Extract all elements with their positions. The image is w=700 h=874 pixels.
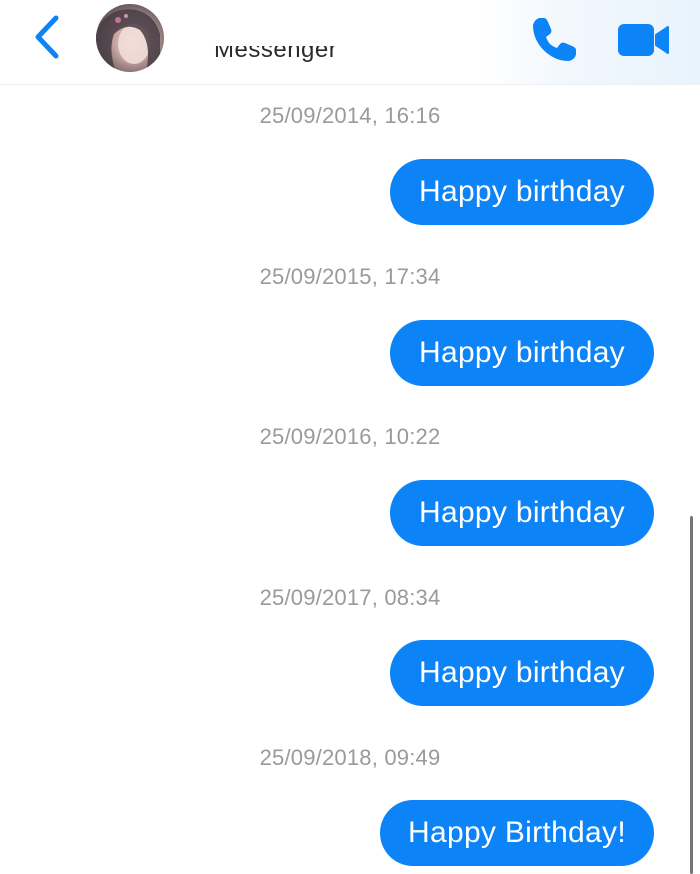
phone-icon <box>533 18 576 61</box>
message-bubble[interactable]: Happy birthday <box>390 640 654 706</box>
chat-header: Messenger <box>0 0 700 85</box>
header-subtitle: Messenger <box>214 46 338 63</box>
avatar-photo <box>96 9 160 72</box>
message-timestamp: 25/09/2016, 10:22 <box>259 424 441 449</box>
message-bubble[interactable]: Happy Birthday! <box>380 800 654 866</box>
message-timestamp: 25/09/2015, 17:34 <box>259 264 441 289</box>
back-button[interactable] <box>28 12 68 62</box>
video-camera-icon <box>618 24 669 56</box>
voice-call-button[interactable] <box>528 14 580 66</box>
contact-avatar[interactable] <box>96 4 164 72</box>
message-timestamp: 25/09/2018, 09:49 <box>259 745 441 770</box>
message-bubble[interactable]: Happy birthday <box>390 159 654 225</box>
message-bubble[interactable]: Happy birthday <box>390 320 654 386</box>
message-timestamp: 25/09/2017, 08:34 <box>259 585 441 610</box>
chevron-left-icon <box>35 15 59 59</box>
video-call-button[interactable] <box>616 20 672 60</box>
message-bubble[interactable]: Happy birthday <box>390 480 654 546</box>
scrollbar[interactable] <box>690 516 693 874</box>
message-timestamp: 25/09/2014, 16:16 <box>259 103 441 128</box>
